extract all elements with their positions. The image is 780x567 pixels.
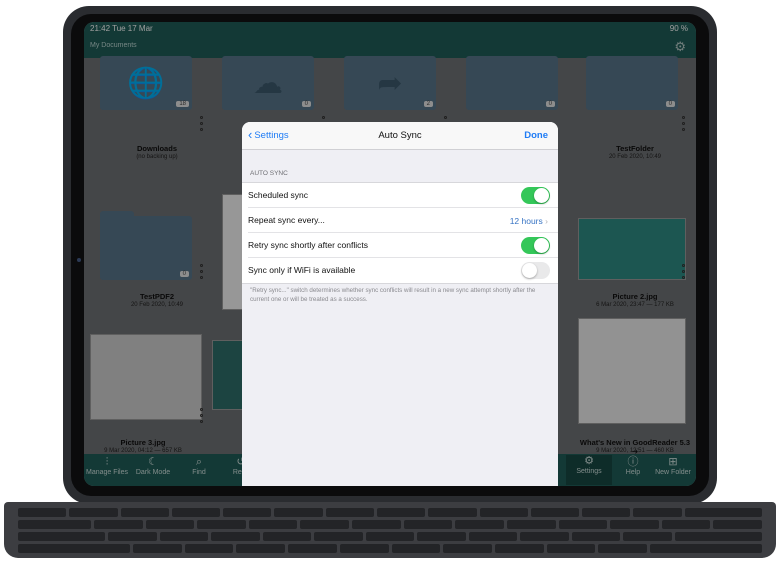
section-header: AUTO SYNC xyxy=(250,170,288,177)
row-label: Repeat sync every... xyxy=(248,215,325,225)
smart-keyboard xyxy=(4,502,776,558)
row-label: Scheduled sync xyxy=(248,190,309,200)
retry-sync-toggle[interactable] xyxy=(521,237,550,254)
repeat-sync-row[interactable]: Repeat sync every... 12 hours › xyxy=(248,208,558,233)
retry-sync-row[interactable]: Retry sync shortly after conflicts xyxy=(248,233,558,258)
row-label: Sync only if WiFi is available xyxy=(248,265,356,275)
camera xyxy=(77,258,81,262)
auto-sync-sheet: ‹ Settings Auto Sync Done AUTO SYNC Sched… xyxy=(242,122,558,486)
wifi-only-toggle[interactable] xyxy=(521,262,550,279)
row-label: Retry sync shortly after conflicts xyxy=(248,240,368,250)
done-button[interactable]: Done xyxy=(524,130,548,141)
screen: 21:42 Tue 17 Mar 90 % My Documents ⚙ 🌐 1… xyxy=(84,22,696,486)
repeat-interval-value: 12 hours › xyxy=(509,216,548,226)
sheet-title: Auto Sync xyxy=(378,130,422,141)
scheduled-sync-row[interactable]: Scheduled sync xyxy=(248,183,558,208)
section-footnote: "Retry sync..." switch determines whethe… xyxy=(250,287,536,303)
settings-list: Scheduled sync Repeat sync every... 12 h… xyxy=(242,182,558,284)
scheduled-sync-toggle[interactable] xyxy=(521,187,550,204)
sheet-nav-bar: ‹ Settings Auto Sync Done xyxy=(242,122,558,150)
chevron-right-icon: › xyxy=(545,216,548,226)
wifi-only-row[interactable]: Sync only if WiFi is available xyxy=(248,258,558,283)
